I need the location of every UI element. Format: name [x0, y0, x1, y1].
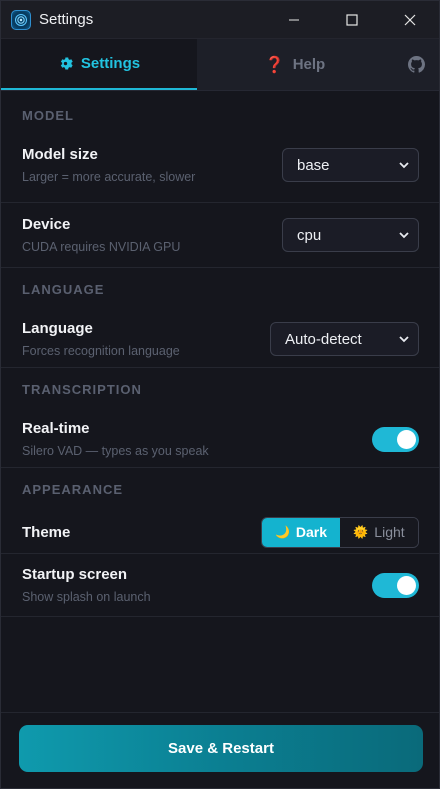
- tab-help-label: Help: [292, 56, 326, 73]
- realtime-description: Silero VAD — types as you speak: [22, 444, 209, 458]
- theme-light-label: Light: [374, 524, 405, 540]
- settings-window: Settings Settings ❓ Help MODEL Model siz…: [0, 0, 440, 789]
- minimize-button[interactable]: [265, 1, 323, 38]
- realtime-label: Real-time: [22, 420, 90, 437]
- startup-label: Startup screen: [22, 566, 128, 583]
- startup-row: Startup screen Show splash on launch: [1, 554, 439, 616]
- startup-description: Show splash on launch: [22, 590, 151, 604]
- divider: [1, 616, 439, 617]
- toggle-knob: [397, 429, 416, 449]
- section-transcription-title: TRANSCRIPTION: [22, 382, 142, 397]
- startup-toggle[interactable]: [372, 572, 419, 598]
- theme-label: Theme: [22, 523, 71, 541]
- model-size-row: Model size Larger = more accurate, slowe…: [1, 139, 439, 191]
- model-size-description: Larger = more accurate, slower: [22, 170, 196, 184]
- language-description: Forces recognition language: [22, 344, 180, 358]
- chevron-down-icon: [399, 232, 409, 239]
- device-description: CUDA requires NVIDIA GPU: [22, 240, 181, 254]
- minimize-icon: [289, 19, 299, 20]
- app-logo-icon: [11, 9, 31, 30]
- theme-light-option[interactable]: 🌞 Light: [340, 517, 418, 547]
- section-model-title: MODEL: [22, 107, 74, 123]
- section-appearance-title: APPEARANCE: [22, 482, 124, 497]
- chevron-down-icon: [399, 336, 409, 343]
- tab-settings[interactable]: Settings: [1, 39, 197, 90]
- realtime-toggle[interactable]: [372, 426, 419, 452]
- tab-github[interactable]: [393, 39, 439, 90]
- model-size-label: Model size: [22, 146, 98, 163]
- device-value: cpu: [297, 226, 322, 244]
- realtime-row: Real-time Silero VAD — types as you spea…: [1, 411, 439, 467]
- language-label: Language: [22, 320, 93, 337]
- moon-icon: 🌙: [274, 525, 290, 539]
- language-select[interactable]: Auto-detect: [270, 322, 419, 356]
- model-size-select[interactable]: base: [282, 148, 419, 182]
- title-bar: Settings: [1, 1, 439, 39]
- device-label: Device: [22, 216, 71, 233]
- sun-icon: 🌞: [353, 525, 369, 539]
- theme-row: Theme 🌙 Dark 🌞 Light: [1, 511, 439, 553]
- footer: Save & Restart: [1, 712, 439, 788]
- save-restart-button[interactable]: Save & Restart: [19, 725, 423, 772]
- theme-dark-option[interactable]: 🌙 Dark: [262, 517, 340, 547]
- model-size-value: base: [297, 156, 330, 174]
- section-language-title: LANGUAGE: [22, 282, 105, 297]
- maximize-icon: [346, 13, 358, 26]
- window-title: Settings: [39, 11, 94, 28]
- close-button[interactable]: [381, 1, 439, 38]
- device-select[interactable]: cpu: [282, 218, 419, 252]
- maximize-button[interactable]: [323, 1, 381, 38]
- tab-bar: Settings ❓ Help: [1, 39, 439, 91]
- github-icon: [407, 56, 425, 73]
- theme-segmented-control: 🌙 Dark 🌞 Light: [261, 516, 419, 548]
- device-row: Device CUDA requires NVIDIA GPU cpu: [1, 203, 439, 267]
- question-mark-icon: ❓: [264, 56, 285, 74]
- tab-settings-label: Settings: [80, 55, 141, 72]
- language-value: Auto-detect: [285, 330, 362, 348]
- chevron-down-icon: [399, 162, 409, 169]
- gear-icon: [60, 57, 73, 70]
- theme-dark-label: Dark: [295, 524, 328, 540]
- close-icon: [404, 14, 416, 25]
- window-controls: [265, 1, 439, 38]
- language-row: Language Forces recognition language Aut…: [1, 311, 439, 367]
- toggle-knob: [397, 575, 416, 595]
- tab-help[interactable]: ❓ Help: [197, 39, 393, 90]
